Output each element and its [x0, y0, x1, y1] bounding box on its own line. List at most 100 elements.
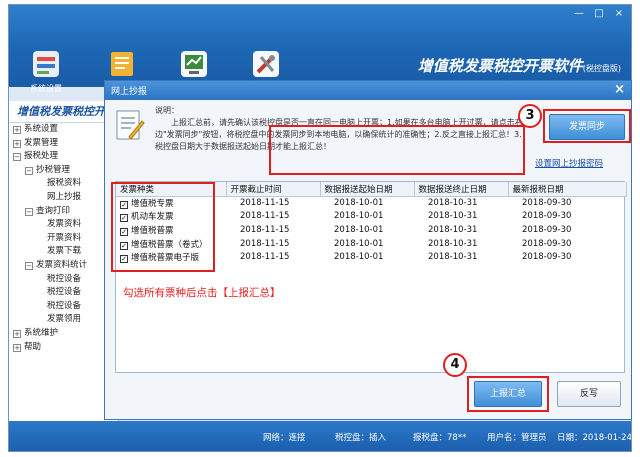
- sidebar-item-label: 发票管理: [24, 137, 59, 148]
- sidebar-item[interactable]: + 帮助: [9, 341, 118, 355]
- expand-icon[interactable]: +: [13, 126, 21, 134]
- write-back-button[interactable]: 反写: [557, 381, 621, 407]
- status-user: 用户名：管理员: [487, 433, 547, 443]
- sidebar-item-label: 发票资料: [47, 219, 82, 230]
- end-date-cell: 2018-10-31: [428, 224, 478, 235]
- sidebar-item[interactable]: 网上抄报: [9, 191, 118, 205]
- screenshot-root: — □ × 系统设置 发: [0, 0, 640, 457]
- window-close-button[interactable]: ×: [609, 7, 629, 20]
- sidebar: 增值税发票税控开票 + 系统设置 + 发票管理 − 报税处理 − 抄税管理 报税资料 网上抄报 − 查…: [9, 101, 119, 421]
- dialog-close-icon[interactable]: ×: [614, 82, 625, 97]
- sidebar-item[interactable]: + 发票管理: [9, 137, 118, 151]
- sidebar-item-label: 帮助: [24, 341, 42, 352]
- expand-icon[interactable]: +: [13, 329, 21, 338]
- status-taxdisk: 税控盘：插入: [335, 433, 387, 443]
- sidebar-item[interactable]: 税控设备: [9, 273, 118, 287]
- sidebar-item[interactable]: − 报税处理: [9, 150, 118, 164]
- status-date: 日期：2018-01-24: [557, 433, 632, 443]
- sidebar-item-label: 税控设备: [47, 287, 82, 298]
- start-date-cell: 2018-10-01: [334, 198, 384, 209]
- sidebar-item-label: 税控设备: [47, 300, 82, 311]
- sidebar-item-label: 系统设置: [24, 124, 59, 134]
- online-report-dialog: 网上抄报 × 说明： 上报汇总前，请先确认该税控盘是否一直在同一电脑上开票；1.…: [104, 80, 632, 420]
- end-date-cell: 2018-10-31: [428, 211, 478, 222]
- sidebar-item-label: 查询打印: [36, 205, 71, 216]
- sidebar-item[interactable]: − 抄税管理: [9, 164, 118, 178]
- checkbox-highlight-box: [111, 182, 215, 272]
- latest-date-cell: 2018-09-30: [522, 238, 572, 249]
- dialog-title: 网上抄报: [111, 87, 148, 97]
- maximize-button[interactable]: □: [589, 7, 609, 20]
- sidebar-item[interactable]: + 系统设置: [9, 123, 118, 137]
- sidebar-tree: + 系统设置 + 发票管理 − 报税处理 − 抄税管理 报税资料 网上抄报 − 查询打印 发票资料 开票资…: [9, 123, 118, 354]
- sidebar-item-label: 开票资料: [47, 232, 82, 243]
- sidebar-item-label: 抄税管理: [36, 164, 71, 175]
- step-marker-3: 3: [518, 104, 542, 128]
- report-summary-button[interactable]: 上报汇总: [474, 381, 542, 407]
- sidebar-item[interactable]: 开票资料: [9, 232, 118, 246]
- deadline-cell: 2018-11-15: [240, 211, 290, 222]
- sidebar-item[interactable]: 报税资料: [9, 177, 118, 191]
- expand-icon[interactable]: +: [13, 343, 21, 352]
- start-date-cell: 2018-10-01: [334, 224, 384, 235]
- app-subtitle: (税控盘版): [582, 64, 621, 73]
- sidebar-item[interactable]: 税控设备: [9, 286, 118, 300]
- status-report-disk: 报税盘：78**: [413, 433, 467, 443]
- sidebar-title: 增值税发票税控开票: [9, 101, 118, 123]
- sidebar-item[interactable]: 发票下载: [9, 245, 118, 259]
- sidebar-item[interactable]: 发票资料: [9, 218, 118, 232]
- settings-icon: [33, 51, 59, 77]
- sync-button[interactable]: 发票同步: [549, 114, 625, 140]
- start-date-cell: 2018-10-01: [334, 211, 384, 222]
- status-network: 网络：连接: [263, 433, 306, 443]
- sidebar-item-label: 报税处理: [24, 151, 59, 162]
- header-latest: 最新报税日期: [508, 182, 627, 197]
- note-highlight-box: [269, 125, 525, 175]
- end-date-cell: 2018-10-31: [428, 238, 478, 249]
- minimize-button[interactable]: —: [569, 7, 589, 20]
- expand-icon[interactable]: −: [25, 207, 33, 216]
- toolbar-settings[interactable]: 系统设置: [15, 49, 77, 103]
- deadline-cell: 2018-11-15: [240, 224, 290, 235]
- sidebar-item[interactable]: − 发票资料统计: [9, 259, 118, 273]
- sidebar-item[interactable]: 税控设备: [9, 300, 118, 314]
- note-icon: [116, 110, 145, 140]
- deadline-cell: 2018-11-15: [240, 198, 290, 209]
- step-marker-4: 4: [443, 353, 467, 377]
- header-start: 数据报送起始日期: [320, 182, 415, 197]
- sidebar-item[interactable]: 发票领用: [9, 313, 118, 327]
- latest-date-cell: 2018-09-30: [522, 198, 572, 209]
- sidebar-item[interactable]: + 系统维护: [9, 327, 118, 341]
- sidebar-item-label: 发票资料统计: [36, 259, 88, 270]
- app-title: 增值税发票税控开票软件(税控盘版): [418, 55, 621, 76]
- start-date-cell: 2018-10-01: [334, 238, 384, 249]
- header-deadline: 开票截止时间: [226, 182, 321, 197]
- tools-icon: [253, 51, 279, 77]
- note-label: 说明：: [155, 106, 179, 115]
- latest-date-cell: 2018-09-30: [522, 252, 572, 263]
- status-bar: 网络：连接 税控盘：插入 报税盘：78** 用户名：管理员 日期：2018-01…: [9, 421, 631, 451]
- sidebar-item-label: 发票领用: [47, 314, 82, 325]
- invoice-icon: [111, 52, 133, 76]
- expand-icon[interactable]: +: [13, 139, 21, 148]
- end-date-cell: 2018-10-31: [428, 198, 478, 209]
- sidebar-item-label: 报税资料: [47, 178, 82, 189]
- deadline-cell: 2018-11-15: [240, 238, 290, 249]
- reporting-icon: [181, 51, 207, 77]
- start-date-cell: 2018-10-01: [334, 252, 384, 263]
- app-title-text: 增值税发票税控开票软件: [417, 57, 583, 75]
- toolbar-settings-label: 系统设置: [30, 84, 62, 93]
- set-password-link[interactable]: 设置网上抄报密码: [535, 157, 603, 169]
- latest-date-cell: 2018-09-30: [522, 224, 572, 235]
- header-end: 数据报送终止日期: [414, 182, 509, 197]
- instruction-text: 勾选所有票种后点击【上报汇总】: [123, 287, 281, 299]
- expand-icon[interactable]: −: [13, 153, 21, 162]
- sidebar-item[interactable]: − 查询打印: [9, 205, 118, 219]
- expand-icon[interactable]: −: [25, 261, 33, 270]
- expand-icon[interactable]: −: [25, 166, 33, 175]
- top-banner: — □ × 系统设置 发: [9, 5, 631, 93]
- sidebar-item-label: 发票下载: [47, 246, 82, 257]
- deadline-cell: 2018-11-15: [240, 252, 290, 263]
- latest-date-cell: 2018-09-30: [522, 211, 572, 222]
- sidebar-item-label: 税控设备: [47, 273, 82, 284]
